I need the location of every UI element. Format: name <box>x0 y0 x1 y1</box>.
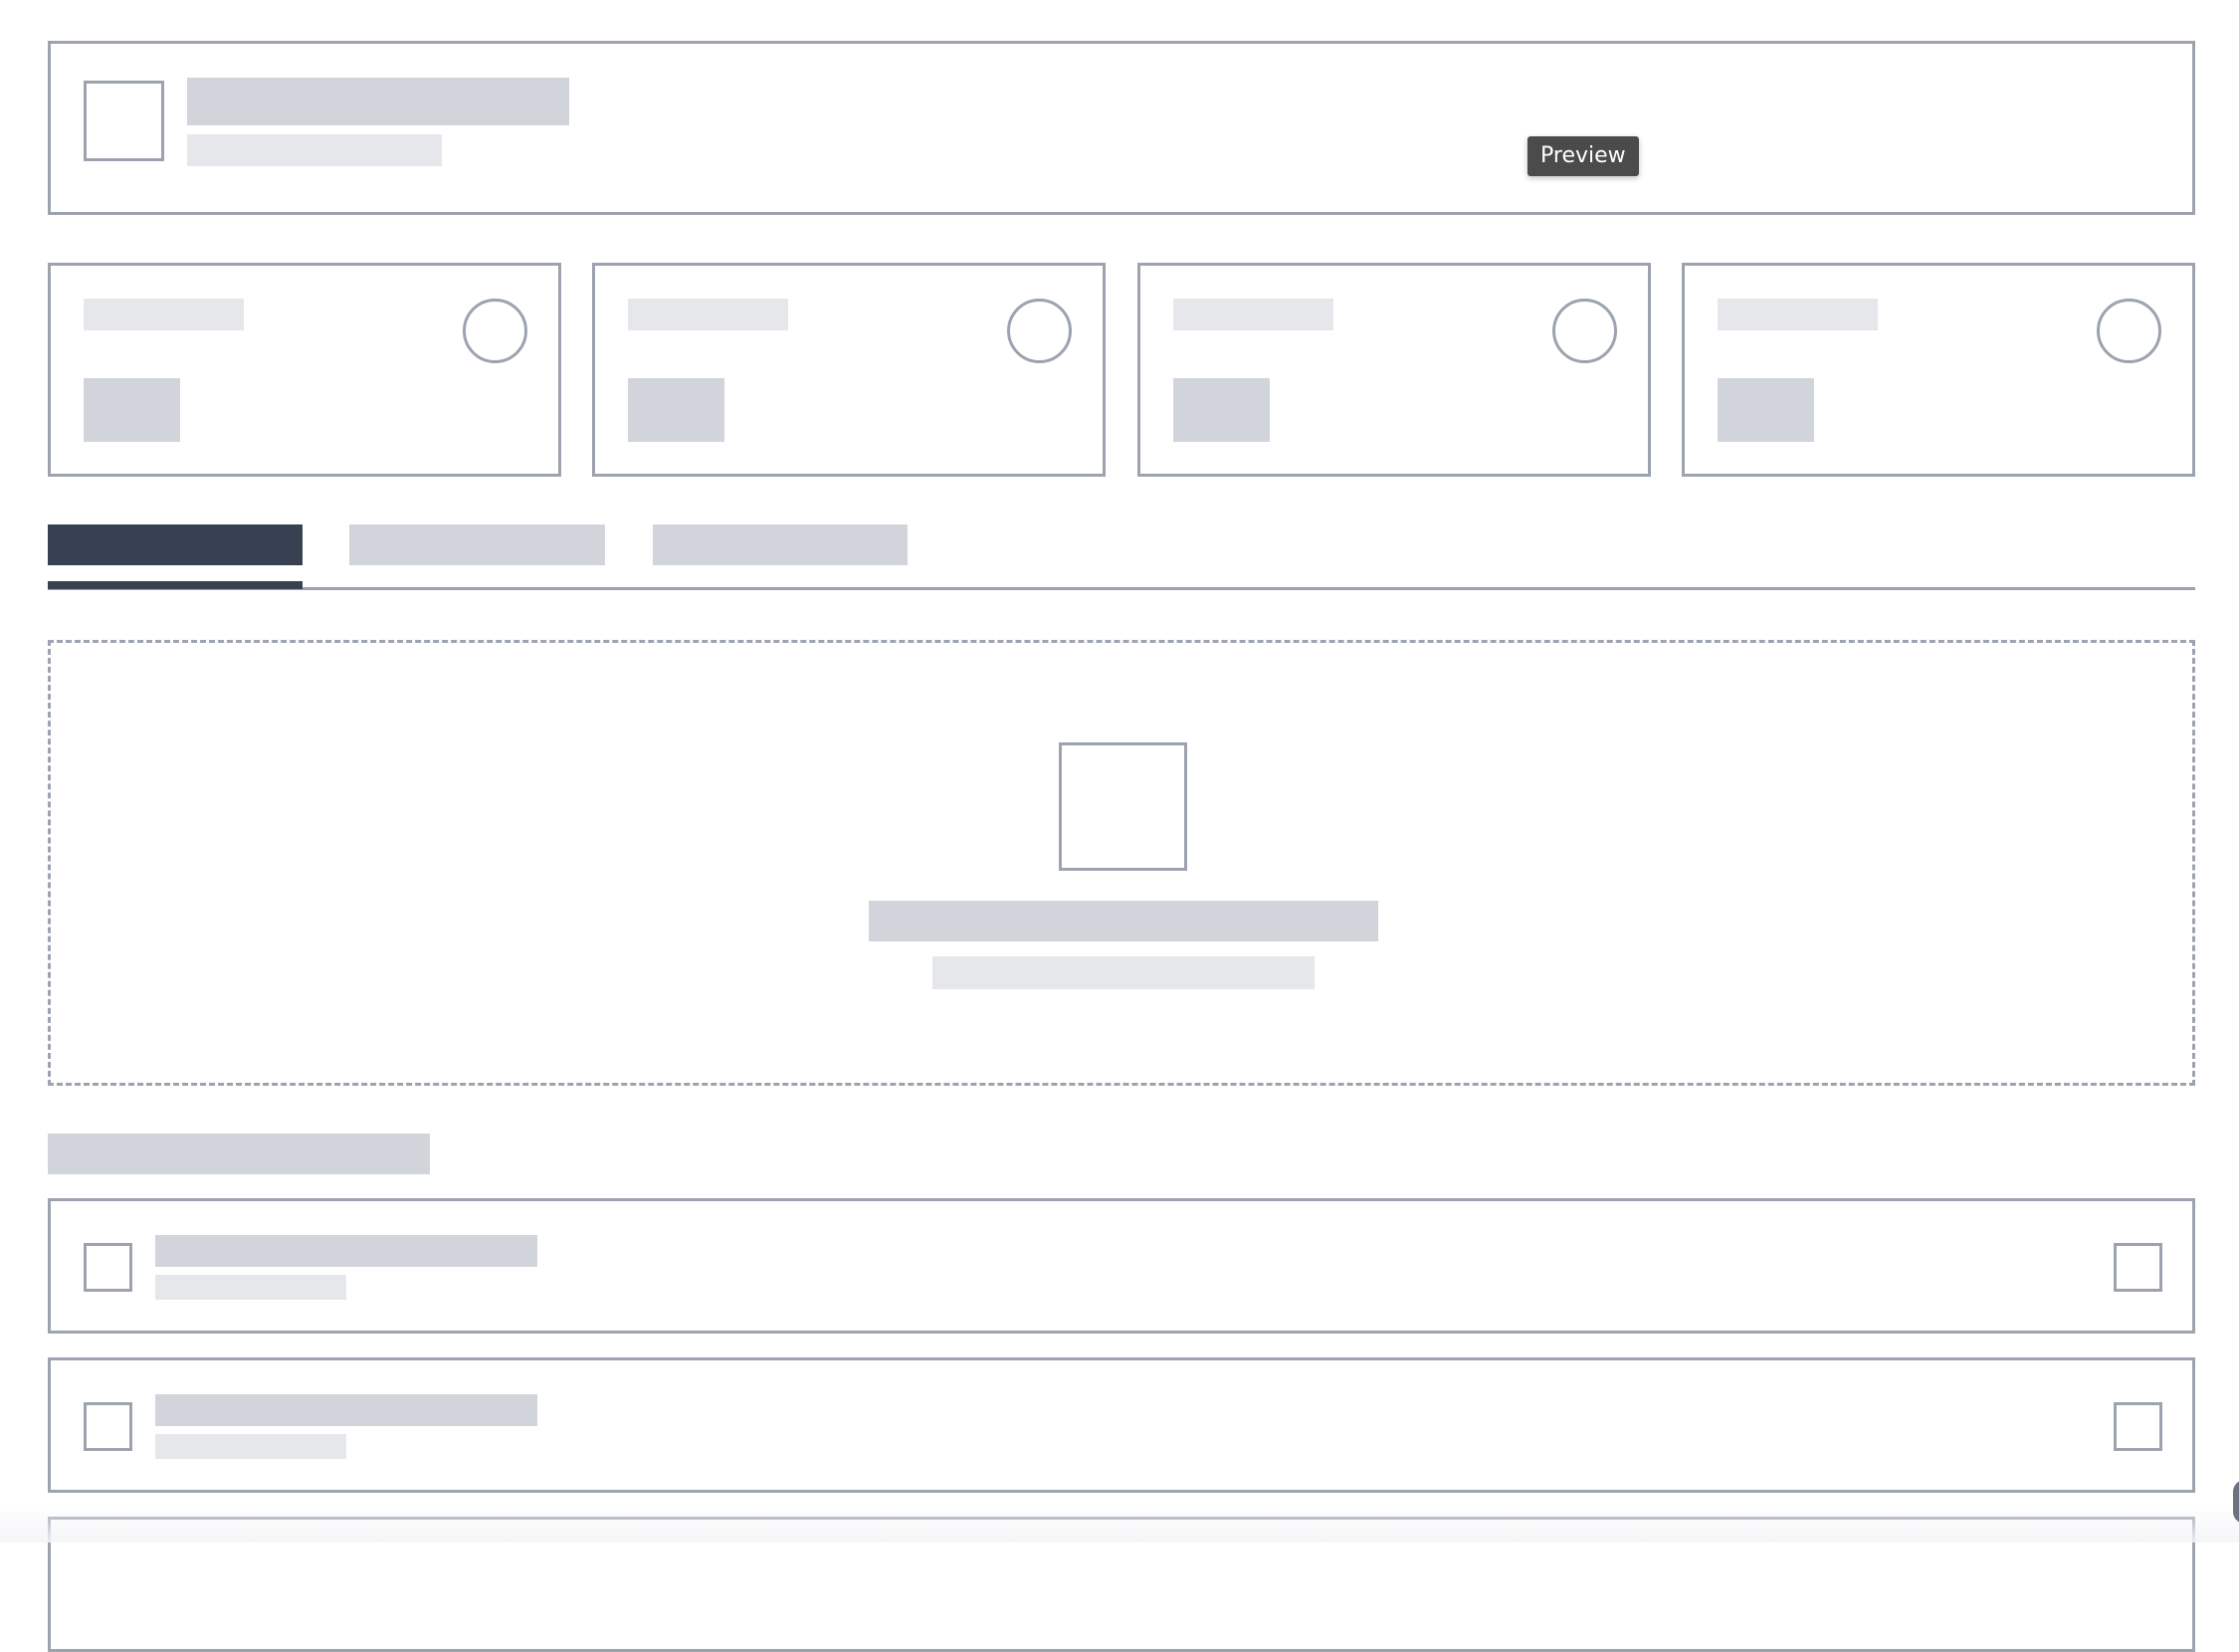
tab-third[interactable] <box>653 524 908 565</box>
image-placeholder-icon <box>84 81 164 161</box>
stat-card[interactable] <box>592 263 1106 477</box>
active-tab-indicator <box>48 581 303 589</box>
header-subtitle-placeholder <box>187 134 442 166</box>
list-item-subtitle-placeholder <box>155 1434 346 1459</box>
tab-second[interactable] <box>349 524 605 565</box>
list-item-title-placeholder <box>155 1394 537 1426</box>
bottom-fade <box>0 1503 2239 1543</box>
circle-icon <box>1552 299 1617 363</box>
list-item-subtitle-placeholder <box>155 1275 346 1300</box>
stat-card-label-placeholder <box>628 299 788 330</box>
stat-card[interactable] <box>48 263 561 477</box>
stat-card-label-placeholder <box>84 299 244 330</box>
square-icon <box>84 1243 132 1292</box>
circle-icon <box>2097 299 2161 363</box>
dropzone-title-placeholder <box>869 901 1378 941</box>
header-card <box>48 41 2195 215</box>
tabs-divider <box>48 587 2195 590</box>
section-heading-placeholder <box>48 1134 430 1174</box>
stat-card[interactable] <box>1682 263 2195 477</box>
stat-card-value-placeholder <box>1718 378 1814 442</box>
square-icon[interactable] <box>2114 1243 2162 1292</box>
stat-card-value-placeholder <box>628 378 724 442</box>
circle-icon <box>1007 299 1072 363</box>
image-placeholder-icon <box>1059 742 1187 871</box>
dropzone[interactable] <box>48 640 2195 1086</box>
stat-card-value-placeholder <box>1173 378 1270 442</box>
circle-icon <box>463 299 527 363</box>
list-item[interactable] <box>48 1357 2195 1493</box>
stat-card-label-placeholder <box>1718 299 1878 330</box>
list-item-title-placeholder <box>155 1235 537 1267</box>
square-icon <box>84 1402 132 1451</box>
stat-card-label-placeholder <box>1173 299 1333 330</box>
square-icon[interactable] <box>2114 1402 2162 1451</box>
preview-tooltip: Preview <box>1527 136 1639 176</box>
stat-card-value-placeholder <box>84 378 180 442</box>
list-item[interactable] <box>48 1198 2195 1334</box>
tab-active[interactable] <box>48 524 303 565</box>
dropzone-subtitle-placeholder <box>932 956 1315 989</box>
stat-card[interactable] <box>1137 263 1651 477</box>
scroll-handle[interactable] <box>2233 1480 2239 1524</box>
header-title-placeholder <box>187 78 569 125</box>
